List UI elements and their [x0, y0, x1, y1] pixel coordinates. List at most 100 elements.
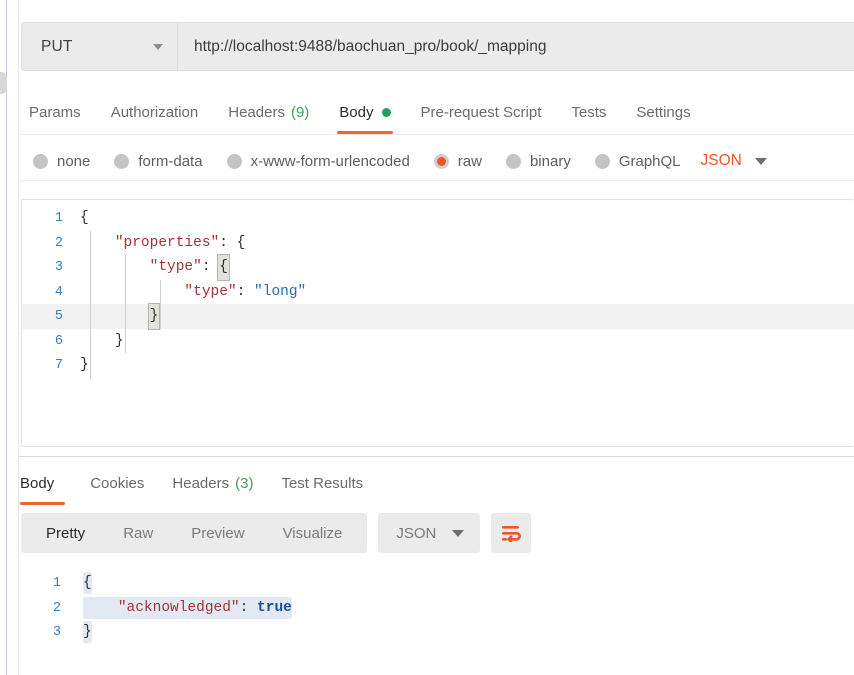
line-number: 4 — [54, 284, 63, 300]
response-view-preview[interactable]: Preview — [172, 513, 263, 553]
code-text: } — [80, 303, 161, 330]
code-text: } — [114, 332, 124, 349]
body-type-none[interactable]: none — [20, 153, 102, 170]
request-tab-pre-request-script[interactable]: Pre-request Script — [406, 90, 557, 135]
request-tab-tests[interactable]: Tests — [556, 90, 621, 135]
response-view-pretty[interactable]: Pretty — [27, 513, 104, 553]
line-number: 3 — [52, 625, 61, 640]
request-tab-body[interactable]: Body — [324, 90, 405, 135]
body-type-binary[interactable]: binary — [494, 153, 583, 170]
request-tab-label: Headers — [228, 104, 285, 121]
line-number: 7 — [54, 358, 63, 373]
line-number: 3 — [54, 260, 63, 275]
panel-resize-handle[interactable] — [0, 72, 7, 94]
request-body-editor[interactable]: 1{2 "properties": {3 "type": {4 "type": … — [21, 199, 854, 447]
request-tab-authorization[interactable]: Authorization — [96, 90, 214, 135]
request-code-line: 2 "properties": { — [22, 231, 854, 256]
code-text: "type": { — [80, 254, 230, 281]
request-url-bar: PUT http://localhost:9488/baochuan_pro/b… — [21, 22, 854, 71]
response-toolbar: Pretty Raw Preview Visualize JSON — [21, 513, 532, 553]
line-number: 2 — [54, 235, 63, 251]
chevron-down-icon — [754, 157, 767, 165]
code-text: "type": "long" — [184, 283, 307, 300]
request-url-value: http://localhost:9488/baochuan_pro/book/… — [194, 37, 547, 55]
radio-button-icon[interactable] — [433, 153, 449, 169]
radio-button-icon[interactable] — [33, 153, 48, 169]
body-type-divider — [20, 180, 854, 181]
request-tab-label: Body — [339, 104, 374, 121]
radio-button-icon[interactable] — [226, 153, 242, 169]
body-type-radio-group: none form-data x-www-form-urlencoded raw bin… — [20, 142, 854, 180]
request-tab-headers[interactable]: Headers (9) — [213, 90, 324, 135]
body-type-label: raw — [457, 152, 482, 170]
response-format-dropdown[interactable]: JSON — [378, 513, 481, 553]
response-view-mode-group: Pretty Raw Preview Visualize — [21, 513, 368, 553]
request-url-input[interactable]: http://localhost:9488/baochuan_pro/book/… — [178, 23, 854, 70]
response-body-viewer[interactable]: 1{2 "acknowledged": true 3} — [21, 563, 854, 675]
request-tab-params[interactable]: Params — [20, 90, 96, 135]
code-text: "acknowledged": true — [83, 596, 292, 619]
response-tab-test-results[interactable]: Test Results — [267, 463, 377, 503]
response-code-line: 1{ — [21, 571, 854, 596]
request-tab-count-badge: (9) — [290, 104, 310, 121]
request-code-line: 4 "type": "long" — [22, 280, 854, 305]
response-tab-label: Body — [20, 474, 55, 492]
request-code-line: 7} — [22, 353, 854, 378]
chevron-down-icon — [452, 529, 465, 537]
line-number: 5 — [54, 309, 63, 324]
raw-format-label: JSON — [700, 152, 742, 169]
response-tab-label: Cookies — [90, 474, 145, 492]
request-tab-settings[interactable]: Settings — [621, 90, 705, 135]
response-tab-cookies[interactable]: Cookies — [76, 463, 158, 503]
request-code-line: 1{ — [22, 206, 854, 231]
response-section-divider — [19, 456, 854, 457]
body-type-label: x-www-form-urlencoded — [250, 152, 410, 170]
request-body-code[interactable]: 1{2 "properties": {3 "type": {4 "type": … — [22, 200, 854, 378]
code-text: } — [83, 621, 92, 643]
response-view-raw[interactable]: Raw — [104, 513, 172, 553]
http-method-label: PUT — [41, 37, 73, 55]
left-panel-divider — [0, 0, 19, 675]
radio-button-icon[interactable] — [505, 153, 521, 169]
http-method-dropdown[interactable]: PUT — [22, 23, 178, 70]
chevron-down-icon — [153, 43, 163, 50]
code-text: } — [80, 357, 89, 373]
panel-edge-line — [6, 0, 7, 675]
radio-button-icon[interactable] — [594, 153, 610, 169]
line-number: 6 — [54, 333, 63, 349]
request-tab-bar: Params Authorization Headers (9) Body Pre-req… — [20, 90, 854, 135]
response-code-line: 3} — [21, 620, 854, 645]
response-tab-body[interactable]: Body — [20, 463, 68, 505]
response-code-line: 2 "acknowledged": true — [21, 596, 854, 621]
indent-guide — [90, 230, 91, 378]
request-tabs-divider — [20, 134, 854, 135]
response-tab-label: Test Results — [281, 474, 364, 492]
code-text: { — [80, 210, 89, 226]
response-body-code[interactable]: 1{2 "acknowledged": true 3} — [21, 563, 854, 645]
request-code-line: 3 "type": { — [22, 254, 854, 281]
body-type-label: none — [57, 152, 91, 170]
body-type-raw[interactable]: raw — [422, 153, 494, 170]
body-type-form-data[interactable]: form-data — [102, 153, 214, 170]
body-type-x-www-form-urlencoded[interactable]: x-www-form-urlencoded — [215, 153, 422, 170]
body-type-label: form-data — [138, 152, 203, 170]
request-code-line: 6 } — [22, 329, 854, 354]
request-tab-label: Settings — [636, 104, 691, 121]
response-tab-label: Headers — [172, 474, 230, 492]
response-tab-count-badge: (3) — [235, 474, 254, 492]
request-code-line: 5 } — [22, 303, 854, 330]
request-tab-label: Tests — [571, 104, 607, 121]
response-tab-headers[interactable]: Headers (3) — [158, 463, 267, 503]
response-tab-bar: Body Cookies Headers (3) Test Results — [20, 463, 854, 505]
body-type-graphql[interactable]: GraphQL — [583, 153, 693, 170]
code-text: "properties": { — [114, 234, 246, 251]
response-format-label: JSON — [396, 524, 437, 542]
word-wrap-toggle-button[interactable] — [491, 513, 532, 553]
radio-button-icon[interactable] — [114, 153, 130, 169]
body-type-label: GraphQL — [618, 152, 681, 170]
body-present-dot-icon — [381, 108, 391, 117]
raw-format-dropdown[interactable]: JSON — [701, 152, 767, 170]
line-number: 1 — [54, 211, 63, 226]
word-wrap-icon — [501, 525, 521, 542]
response-view-visualize[interactable]: Visualize — [264, 513, 362, 553]
